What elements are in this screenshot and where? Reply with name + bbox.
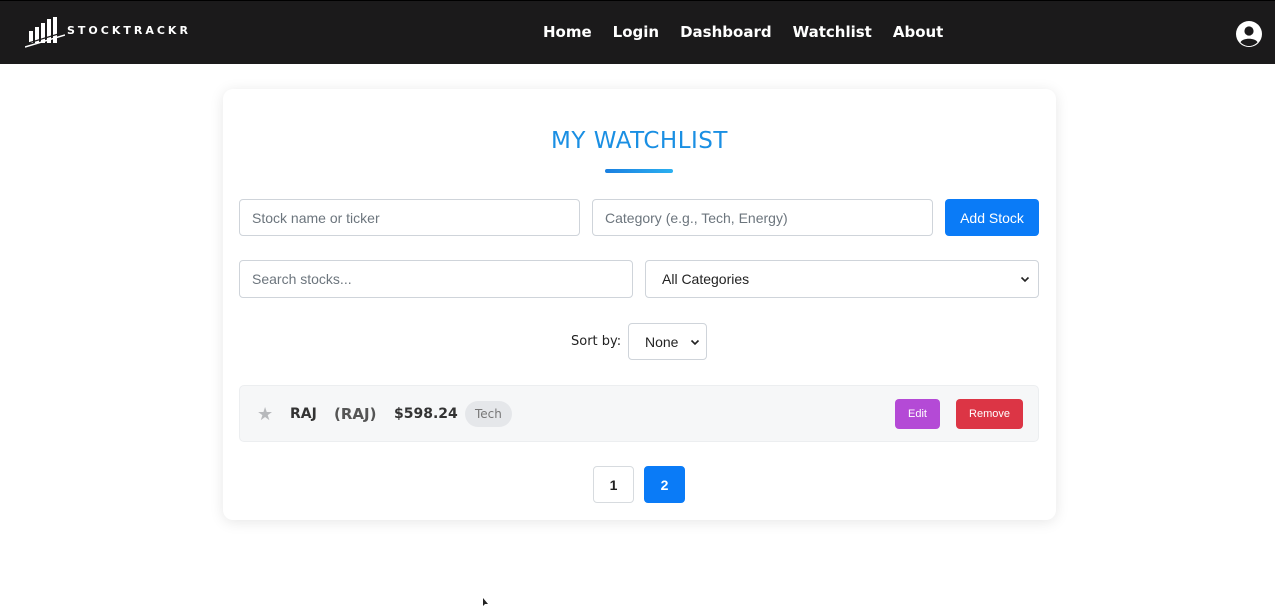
mouse-cursor-icon — [483, 598, 488, 606]
stock-price: $598.24 — [394, 406, 458, 422]
navbar: STOCKTRACKR Home Login Dashboard Watchli… — [0, 0, 1275, 64]
category-filter-value: All Categories — [662, 271, 750, 287]
search-input[interactable] — [239, 260, 633, 298]
nav-link-home[interactable]: Home — [543, 23, 592, 41]
user-circle-icon[interactable] — [1236, 21, 1262, 47]
page-title: MY WATCHLIST — [551, 128, 728, 154]
logo-text: STOCKTRACKR — [67, 23, 191, 37]
remove-button[interactable]: Remove — [956, 399, 1023, 429]
nav-links: Home Login Dashboard Watchlist About — [543, 23, 943, 41]
category-badge: Tech — [465, 401, 512, 427]
sort-value: None — [645, 333, 679, 350]
star-icon[interactable]: ★ — [257, 404, 273, 424]
chevron-down-icon — [690, 339, 700, 345]
add-stock-button[interactable]: Add Stock — [945, 199, 1039, 236]
logo-bars-icon — [25, 17, 65, 48]
chevron-down-icon — [1020, 276, 1030, 283]
sort-select[interactable]: None — [628, 323, 707, 360]
category-filter-select[interactable]: All Categories — [645, 260, 1039, 298]
category-input[interactable] — [592, 199, 933, 236]
watchlist-card: MY WATCHLIST Add Stock All Categories So… — [223, 89, 1056, 520]
stock-name: RAJ — [290, 406, 317, 422]
nav-link-about[interactable]: About — [893, 23, 944, 41]
sort-label: Sort by: — [571, 334, 622, 349]
stock-name-input[interactable] — [239, 199, 580, 236]
stock-list-item: ★ RAJ (RAJ) $598.24 Tech Edit Remove — [239, 385, 1039, 442]
pagination-page-2[interactable]: 2 — [644, 466, 685, 503]
nav-link-watchlist[interactable]: Watchlist — [793, 23, 872, 41]
nav-link-login[interactable]: Login — [613, 23, 659, 41]
title-underline — [605, 169, 673, 173]
pagination-page-1[interactable]: 1 — [593, 466, 634, 503]
stock-ticker: (RAJ) — [334, 405, 377, 423]
nav-link-dashboard[interactable]: Dashboard — [680, 23, 771, 41]
logo[interactable]: STOCKTRACKR — [25, 15, 191, 49]
edit-button[interactable]: Edit — [895, 399, 940, 429]
